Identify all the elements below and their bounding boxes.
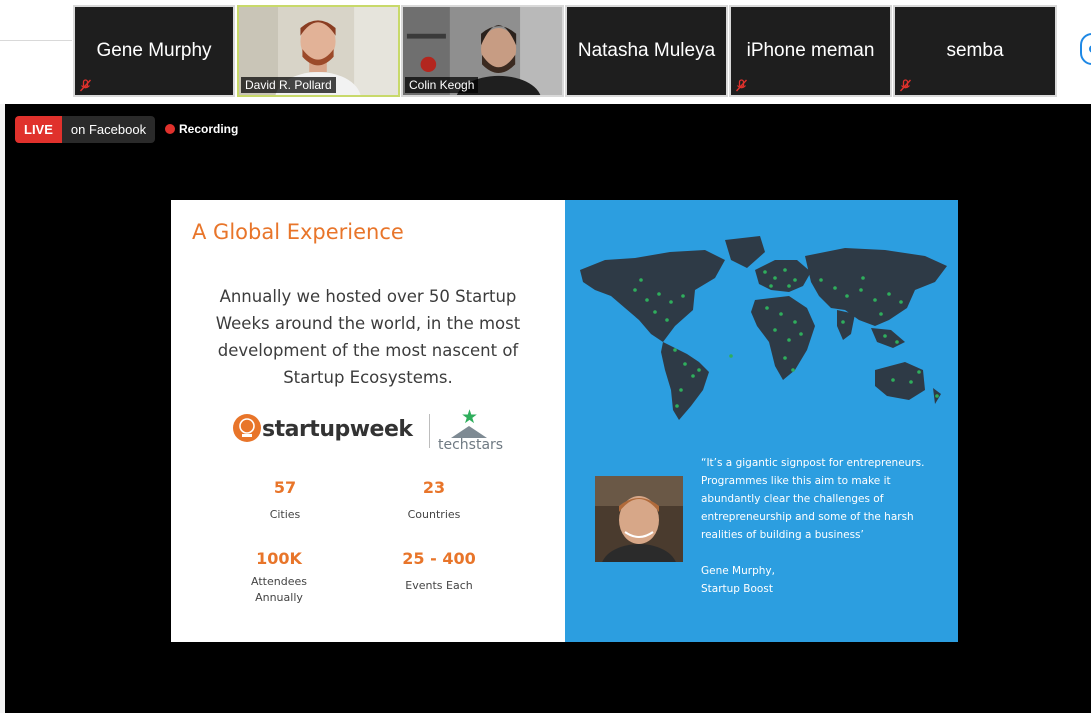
- participant-name: Gene Murphy: [96, 40, 212, 61]
- participant-tile-iphone-meman[interactable]: iPhone meman: [729, 5, 892, 97]
- participant-name: David R. Pollard: [241, 77, 336, 93]
- body-line: Startup Ecosystems.: [283, 368, 453, 387]
- participant-name: Colin Keogh: [405, 77, 479, 93]
- stat-label-line: Attendees: [251, 575, 307, 588]
- mic-muted-icon: [79, 79, 92, 92]
- techstars-logo: techstars: [438, 437, 504, 453]
- logo-divider: [429, 414, 430, 448]
- quote-line: realities of building a business’: [701, 529, 864, 541]
- stat-label-line: Annually: [255, 591, 303, 604]
- quote-line: entrepreneurship and some of the harsh: [701, 511, 914, 523]
- participant-tile-gene-murphy[interactable]: Gene Murphy: [73, 5, 235, 97]
- body-line: development of the most nascent of: [217, 341, 519, 360]
- participant-tile-natasha-muleya[interactable]: Natasha Muleya: [565, 5, 728, 97]
- stat-attendees: 100K Attendees Annually: [219, 549, 339, 606]
- stat-value: 57: [273, 478, 297, 497]
- attribution-line: Gene Murphy,: [701, 565, 775, 577]
- slide-body-text: Annually we hosted over 50 Startup Weeks…: [191, 283, 545, 391]
- techstars-star-icon: ★: [461, 407, 479, 428]
- startupweek-logo: startupweek: [262, 417, 413, 442]
- stat-label: Cities: [269, 508, 301, 521]
- live-badge: LIVE: [15, 116, 62, 143]
- stat-label: Events Each: [405, 579, 473, 592]
- partner-logos: startupweek ★ techstars: [231, 407, 511, 453]
- participant-name: Natasha Muleya: [577, 40, 716, 61]
- startupweek-logo-icon: [233, 414, 261, 442]
- shared-screen: LIVE on Facebook Recording A Global Expe…: [5, 104, 1091, 713]
- slide-left-panel: A Global Experience Annually we hosted o…: [171, 200, 565, 642]
- stat-label: Attendees Annually: [219, 574, 339, 606]
- quote-line: Programmes like this aim to make it: [701, 475, 891, 487]
- stat-cities: 57 Cities: [225, 478, 345, 523]
- stat-label: Countries: [407, 508, 461, 521]
- participant-strip: Gene Murphy David R. Pollard Colin Keogh…: [0, 0, 1091, 104]
- recording-indicator[interactable]: Recording: [165, 122, 238, 136]
- slide-right-panel: “It’s a gigantic signpost for entreprene…: [565, 200, 958, 642]
- presentation-slide: A Global Experience Annually we hosted o…: [171, 200, 958, 642]
- world-map-image: [580, 236, 947, 420]
- participant-tile-colin-keogh[interactable]: Colin Keogh: [401, 5, 564, 97]
- recording-dot-icon: [165, 124, 175, 134]
- divider: [0, 40, 72, 41]
- participant-name: iPhone meman: [746, 40, 875, 61]
- participant-name: semba: [946, 40, 1004, 61]
- stat-value: 100K: [256, 549, 302, 568]
- live-destination: on Facebook: [61, 116, 156, 143]
- body-line: Weeks around the world, in the most: [215, 314, 521, 333]
- quote-line: “It’s a gigantic signpost for entreprene…: [701, 457, 925, 469]
- gallery-next-button[interactable]: [1080, 33, 1091, 65]
- stat-events: 25 - 400 Events Each: [379, 549, 499, 594]
- testimonial-attribution: Gene Murphy, Startup Boost: [701, 562, 901, 598]
- body-line: Annually we hosted over 50 Startup: [219, 287, 517, 306]
- participant-tile-semba[interactable]: semba: [893, 5, 1057, 97]
- stat-value: 25 - 400: [402, 549, 476, 568]
- stat-countries: 23 Countries: [374, 478, 494, 523]
- stat-value: 23: [422, 478, 446, 497]
- testimonial-quote: “It’s a gigantic signpost for entreprene…: [701, 454, 941, 544]
- recording-label: Recording: [179, 122, 239, 136]
- mic-muted-icon: [899, 79, 912, 92]
- quote-line: abundantly clear the challenges of: [701, 493, 884, 505]
- live-stream-indicator[interactable]: LIVE on Facebook: [15, 116, 156, 143]
- mic-muted-icon: [735, 79, 748, 92]
- speaker-photo: [595, 476, 683, 562]
- attribution-line: Startup Boost: [701, 583, 773, 595]
- slide-title: A Global Experience: [192, 220, 404, 244]
- participant-tile-david-pollard[interactable]: David R. Pollard: [237, 5, 400, 97]
- meeting-window: Gene Murphy David R. Pollard Colin Keogh…: [0, 0, 1091, 713]
